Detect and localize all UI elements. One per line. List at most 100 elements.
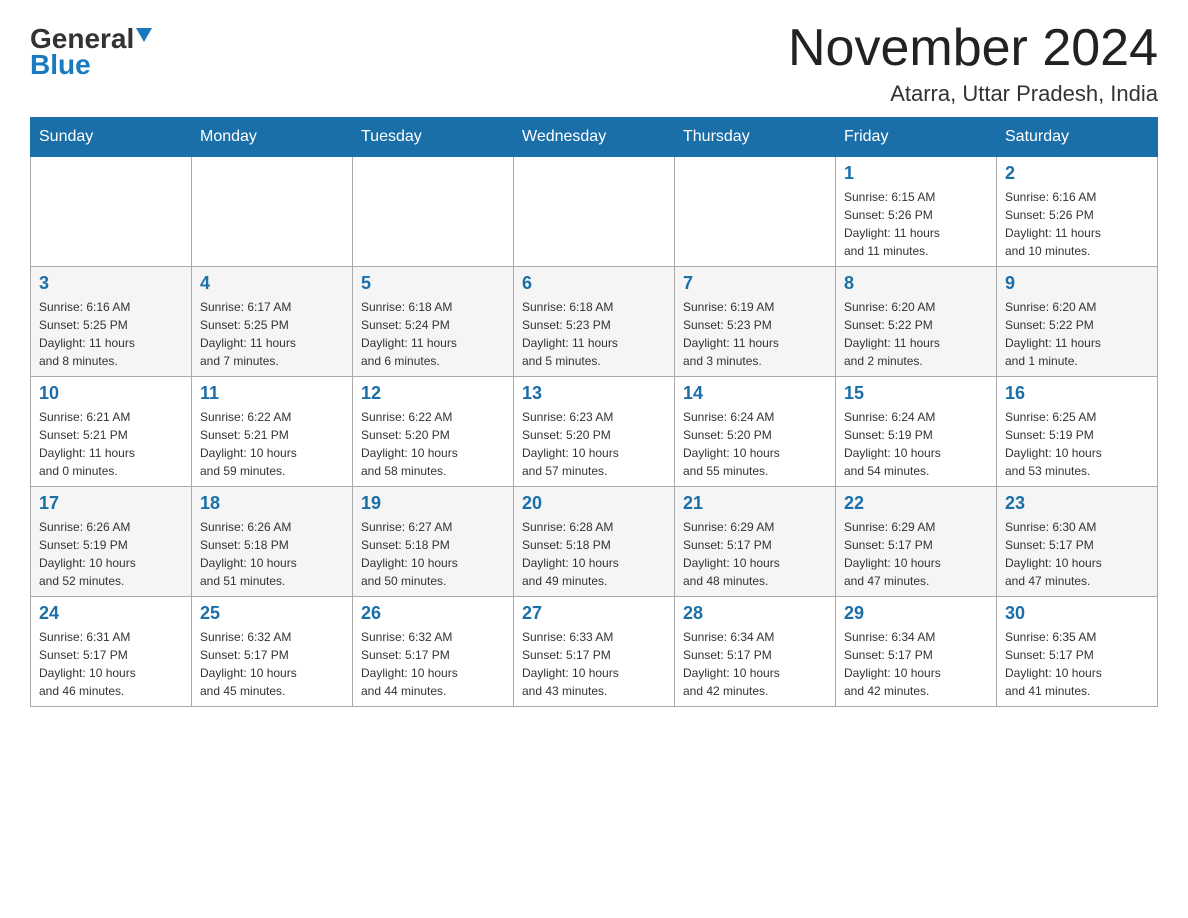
day-number: 8 [844, 273, 988, 294]
cell-week4-day2: 19 Sunrise: 6:27 AM Sunset: 5:18 PM Dayli… [353, 487, 514, 597]
header-monday: Monday [192, 118, 353, 157]
cell-week1-day6: 2Sunrise: 6:16 AM Sunset: 5:26 PM Daylig… [997, 157, 1158, 267]
day-info: Sunrise: 6:26 AM Sunset: 5:18 PM Dayligh… [200, 518, 344, 590]
cell-week5-day1: 25 Sunrise: 6:32 AM Sunset: 5:17 PM Dayli… [192, 597, 353, 707]
cell-week1-day4 [675, 157, 836, 267]
day-number: 12 [361, 383, 505, 404]
day-number: 19 [361, 493, 505, 514]
cell-week1-day1 [192, 157, 353, 267]
day-number: 15 [844, 383, 988, 404]
day-number: 26 [361, 603, 505, 624]
day-number: 4 [200, 273, 344, 294]
day-number: 20 [522, 493, 666, 514]
day-info: Sunrise: 6:22 AM Sunset: 5:21 PM Dayligh… [200, 408, 344, 480]
cell-week3-day3: 13 Sunrise: 6:23 AM Sunset: 5:20 PM Dayli… [514, 377, 675, 487]
week-row-4: 17 Sunrise: 6:26 AM Sunset: 5:19 PM Dayli… [31, 487, 1158, 597]
cell-week2-day5: 8 Sunrise: 6:20 AM Sunset: 5:22 PM Daylig… [836, 267, 997, 377]
week-row-1: 1 Sunrise: 6:15 AM Sunset: 5:26 PM Daylig… [31, 157, 1158, 267]
week-row-5: 24Sunrise: 6:31 AM Sunset: 5:17 PM Dayli… [31, 597, 1158, 707]
cell-week2-day1: 4 Sunrise: 6:17 AM Sunset: 5:25 PM Daylig… [192, 267, 353, 377]
cell-week3-day1: 11Sunrise: 6:22 AM Sunset: 5:21 PM Dayli… [192, 377, 353, 487]
day-info: Sunrise: 6:34 AM Sunset: 5:17 PM Dayligh… [683, 628, 827, 700]
day-number: 17 [39, 493, 183, 514]
day-info: Sunrise: 6:25 AM Sunset: 5:19 PM Dayligh… [1005, 408, 1149, 480]
cell-week4-day6: 23Sunrise: 6:30 AM Sunset: 5:17 PM Dayli… [997, 487, 1158, 597]
day-number: 22 [844, 493, 988, 514]
day-info: Sunrise: 6:31 AM Sunset: 5:17 PM Dayligh… [39, 628, 183, 700]
day-number: 14 [683, 383, 827, 404]
header-sunday: Sunday [31, 118, 192, 157]
day-info: Sunrise: 6:21 AM Sunset: 5:21 PM Dayligh… [39, 408, 183, 480]
day-info: Sunrise: 6:32 AM Sunset: 5:17 PM Dayligh… [361, 628, 505, 700]
cell-week5-day2: 26 Sunrise: 6:32 AM Sunset: 5:17 PM Dayli… [353, 597, 514, 707]
header-friday: Friday [836, 118, 997, 157]
weekday-header-row: Sunday Monday Tuesday Wednesday Thursday… [31, 118, 1158, 157]
day-number: 28 [683, 603, 827, 624]
header-wednesday: Wednesday [514, 118, 675, 157]
day-number: 13 [522, 383, 666, 404]
cell-week3-day5: 15 Sunrise: 6:24 AM Sunset: 5:19 PM Dayli… [836, 377, 997, 487]
day-info: Sunrise: 6:28 AM Sunset: 5:18 PM Dayligh… [522, 518, 666, 590]
header-thursday: Thursday [675, 118, 836, 157]
cell-week5-day6: 30Sunrise: 6:35 AM Sunset: 5:17 PM Dayli… [997, 597, 1158, 707]
cell-week5-day5: 29 Sunrise: 6:34 AM Sunset: 5:17 PM Dayli… [836, 597, 997, 707]
day-number: 9 [1005, 273, 1149, 294]
week-row-3: 10 Sunrise: 6:21 AM Sunset: 5:21 PM Dayli… [31, 377, 1158, 487]
day-info: Sunrise: 6:24 AM Sunset: 5:20 PM Dayligh… [683, 408, 827, 480]
day-info: Sunrise: 6:20 AM Sunset: 5:22 PM Dayligh… [1005, 298, 1149, 370]
day-info: Sunrise: 6:26 AM Sunset: 5:19 PM Dayligh… [39, 518, 183, 590]
logo: General Blue [30, 20, 152, 81]
cell-week3-day4: 14 Sunrise: 6:24 AM Sunset: 5:20 PM Dayli… [675, 377, 836, 487]
day-info: Sunrise: 6:19 AM Sunset: 5:23 PM Dayligh… [683, 298, 827, 370]
day-info: Sunrise: 6:32 AM Sunset: 5:17 PM Dayligh… [200, 628, 344, 700]
cell-week1-day3 [514, 157, 675, 267]
day-number: 10 [39, 383, 183, 404]
cell-week4-day4: 21Sunrise: 6:29 AM Sunset: 5:17 PM Dayli… [675, 487, 836, 597]
cell-week2-day2: 5 Sunrise: 6:18 AM Sunset: 5:24 PM Daylig… [353, 267, 514, 377]
cell-week2-day0: 3Sunrise: 6:16 AM Sunset: 5:25 PM Daylig… [31, 267, 192, 377]
day-info: Sunrise: 6:16 AM Sunset: 5:25 PM Dayligh… [39, 298, 183, 370]
day-number: 30 [1005, 603, 1149, 624]
day-info: Sunrise: 6:22 AM Sunset: 5:20 PM Dayligh… [361, 408, 505, 480]
cell-week4-day3: 20 Sunrise: 6:28 AM Sunset: 5:18 PM Dayli… [514, 487, 675, 597]
cell-week2-day4: 7 Sunrise: 6:19 AM Sunset: 5:23 PM Daylig… [675, 267, 836, 377]
day-number: 27 [522, 603, 666, 624]
header-saturday: Saturday [997, 118, 1158, 157]
day-number: 16 [1005, 383, 1149, 404]
week-row-2: 3Sunrise: 6:16 AM Sunset: 5:25 PM Daylig… [31, 267, 1158, 377]
day-info: Sunrise: 6:18 AM Sunset: 5:24 PM Dayligh… [361, 298, 505, 370]
day-info: Sunrise: 6:20 AM Sunset: 5:22 PM Dayligh… [844, 298, 988, 370]
day-info: Sunrise: 6:27 AM Sunset: 5:18 PM Dayligh… [361, 518, 505, 590]
cell-week3-day6: 16 Sunrise: 6:25 AM Sunset: 5:19 PM Dayli… [997, 377, 1158, 487]
cell-week2-day6: 9 Sunrise: 6:20 AM Sunset: 5:22 PM Daylig… [997, 267, 1158, 377]
day-info: Sunrise: 6:33 AM Sunset: 5:17 PM Dayligh… [522, 628, 666, 700]
day-info: Sunrise: 6:29 AM Sunset: 5:17 PM Dayligh… [683, 518, 827, 590]
location: Atarra, Uttar Pradesh, India [788, 81, 1158, 107]
cell-week1-day5: 1 Sunrise: 6:15 AM Sunset: 5:26 PM Daylig… [836, 157, 997, 267]
day-number: 18 [200, 493, 344, 514]
cell-week5-day4: 28 Sunrise: 6:34 AM Sunset: 5:17 PM Dayli… [675, 597, 836, 707]
day-info: Sunrise: 6:18 AM Sunset: 5:23 PM Dayligh… [522, 298, 666, 370]
cell-week4-day5: 22Sunrise: 6:29 AM Sunset: 5:17 PM Dayli… [836, 487, 997, 597]
day-number: 5 [361, 273, 505, 294]
day-info: Sunrise: 6:16 AM Sunset: 5:26 PM Dayligh… [1005, 188, 1149, 260]
header-tuesday: Tuesday [353, 118, 514, 157]
day-number: 7 [683, 273, 827, 294]
cell-week1-day0 [31, 157, 192, 267]
day-number: 25 [200, 603, 344, 624]
day-number: 29 [844, 603, 988, 624]
day-info: Sunrise: 6:15 AM Sunset: 5:26 PM Dayligh… [844, 188, 988, 260]
cell-week3-day2: 12 Sunrise: 6:22 AM Sunset: 5:20 PM Dayli… [353, 377, 514, 487]
day-info: Sunrise: 6:24 AM Sunset: 5:19 PM Dayligh… [844, 408, 988, 480]
day-number: 1 [844, 163, 988, 184]
calendar-table: Sunday Monday Tuesday Wednesday Thursday… [30, 117, 1158, 707]
day-info: Sunrise: 6:17 AM Sunset: 5:25 PM Dayligh… [200, 298, 344, 370]
title-area: November 2024 Atarra, Uttar Pradesh, Ind… [788, 20, 1158, 107]
day-info: Sunrise: 6:34 AM Sunset: 5:17 PM Dayligh… [844, 628, 988, 700]
page-header: General Blue November 2024 Atarra, Uttar… [30, 20, 1158, 107]
logo-triangle-icon [136, 28, 152, 42]
day-info: Sunrise: 6:23 AM Sunset: 5:20 PM Dayligh… [522, 408, 666, 480]
logo-blue: Blue [30, 49, 91, 81]
day-info: Sunrise: 6:30 AM Sunset: 5:17 PM Dayligh… [1005, 518, 1149, 590]
cell-week4-day1: 18 Sunrise: 6:26 AM Sunset: 5:18 PM Dayli… [192, 487, 353, 597]
